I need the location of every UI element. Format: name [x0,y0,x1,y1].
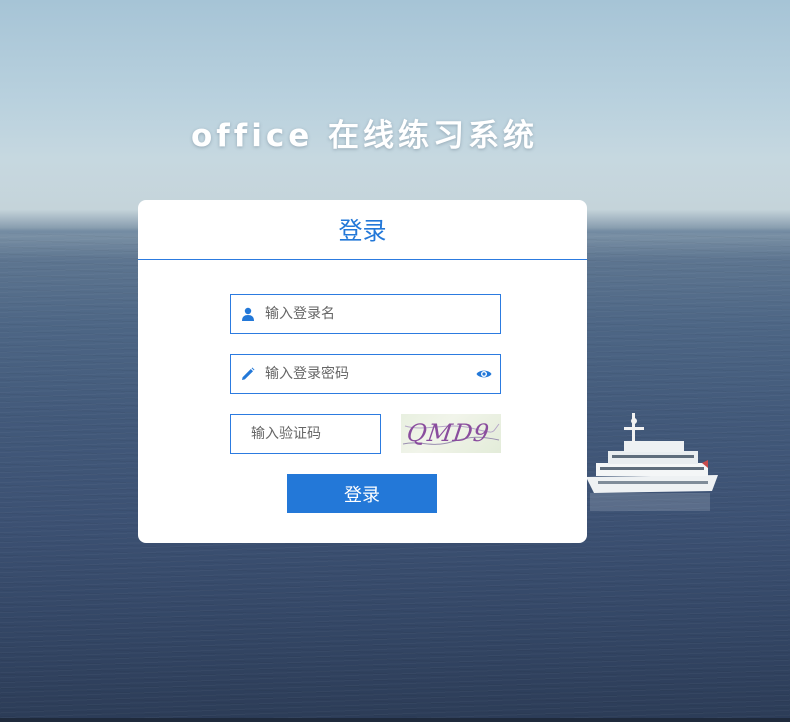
captcha-text: QMD9 [405,419,492,447]
password-field[interactable] [230,354,501,394]
app-title: office 在线练习系统 [190,118,539,154]
yacht-image [586,413,718,511]
bottom-strip [0,718,790,722]
password-input[interactable] [265,355,468,393]
captcha-image[interactable]: QMD9 [401,414,501,453]
captcha-field[interactable] [230,414,381,454]
eye-icon[interactable] [468,368,500,380]
captcha-input[interactable] [251,415,380,453]
username-field[interactable] [230,294,501,334]
username-input[interactable] [265,295,500,333]
login-heading: 登录 [138,200,587,260]
login-card: 登录 QMD9 [138,200,587,543]
pencil-icon [231,367,265,381]
user-icon [231,307,265,321]
login-button[interactable]: 登录 [287,474,437,513]
